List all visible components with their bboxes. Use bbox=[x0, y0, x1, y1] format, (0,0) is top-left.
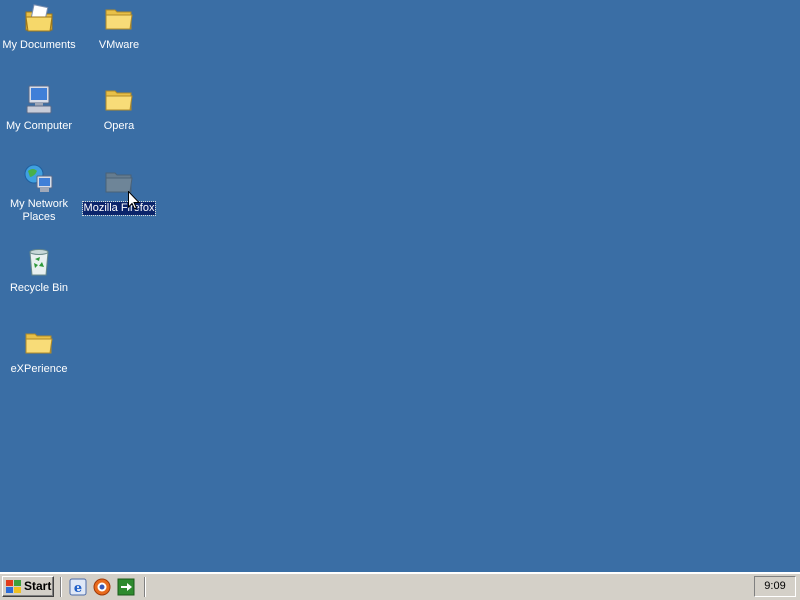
desktop-icon-opera[interactable]: Opera bbox=[81, 84, 157, 134]
my-documents-icon bbox=[25, 4, 53, 32]
desktop-icon-label: Opera bbox=[103, 120, 135, 132]
start-label: Start bbox=[24, 579, 52, 593]
folder-icon bbox=[105, 9, 133, 30]
recycle-bin-icon bbox=[29, 249, 49, 276]
clock-time: 9:09 bbox=[764, 580, 786, 592]
desktop-icon-vmware[interactable]: VMware bbox=[81, 3, 157, 53]
taskbar-separator bbox=[60, 577, 62, 597]
desktop-icon-experience[interactable]: eXPerience bbox=[1, 327, 77, 377]
desktop-icon-label: My Network Places bbox=[9, 198, 69, 223]
folder-icon bbox=[25, 333, 53, 354]
desktop-icon-label: VMware bbox=[98, 39, 140, 51]
desktop-icon-label: eXPerience bbox=[10, 363, 68, 375]
desktop[interactable]: My Documents VMware My Computer Opera My… bbox=[0, 0, 800, 572]
desktop-icon-my-computer[interactable]: My Computer bbox=[1, 84, 77, 134]
system-tray-clock[interactable]: 9:09 bbox=[754, 576, 796, 597]
desktop-icon-label: Recycle Bin bbox=[9, 282, 69, 294]
desktop-icon-label: My Computer bbox=[5, 120, 73, 132]
firefox-icon[interactable] bbox=[93, 578, 111, 596]
desktop-icon-my-network-places[interactable]: My Network Places bbox=[1, 163, 77, 225]
taskbar-separator bbox=[144, 577, 146, 597]
my-computer-icon bbox=[26, 85, 52, 114]
show-desktop-icon[interactable] bbox=[117, 578, 135, 596]
network-places-icon bbox=[24, 164, 53, 192]
desktop-icon-label: My Documents bbox=[2, 39, 76, 51]
taskbar: Start e 9:09 bbox=[0, 572, 800, 600]
folder-icon bbox=[105, 90, 133, 111]
start-button[interactable]: Start bbox=[2, 576, 54, 597]
svg-text:e: e bbox=[74, 581, 82, 596]
desktop-icon-mozilla-firefox[interactable]: Mozilla Firefox bbox=[81, 166, 157, 216]
mouse-cursor-icon bbox=[128, 191, 140, 210]
desktop-icon-label: Mozilla Firefox bbox=[81, 201, 157, 216]
desktop-icon-recycle-bin[interactable]: Recycle Bin bbox=[1, 246, 77, 296]
windows-logo-icon bbox=[6, 580, 21, 593]
desktop-icon-my-documents[interactable]: My Documents bbox=[1, 3, 77, 53]
internet-explorer-icon[interactable]: e bbox=[69, 578, 87, 596]
